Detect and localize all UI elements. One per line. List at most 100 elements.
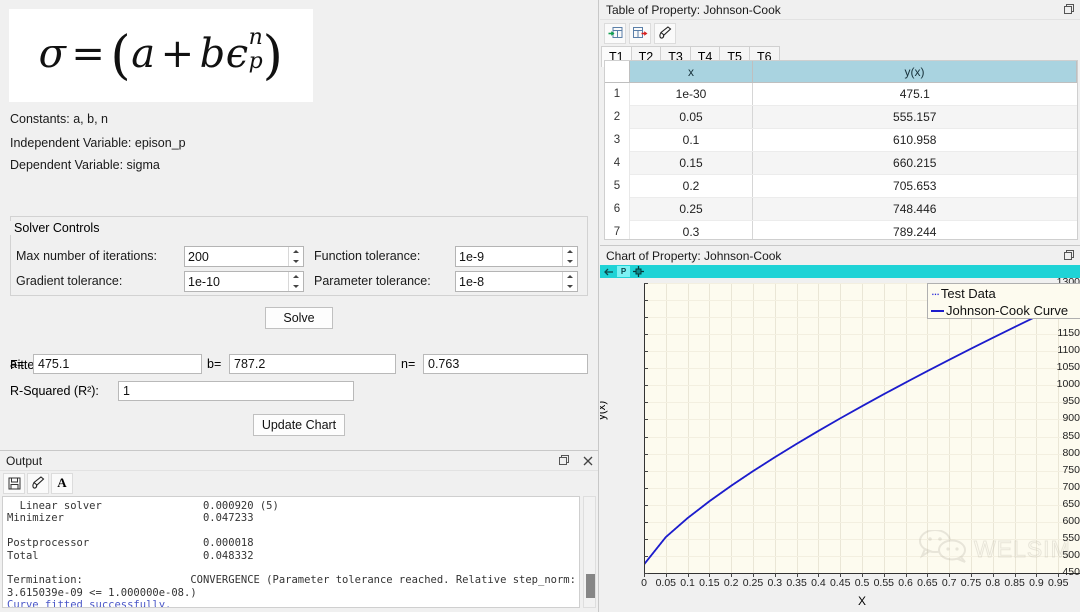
export-table-icon[interactable] — [629, 22, 651, 44]
x-tick-mark — [687, 573, 689, 577]
cell-x[interactable]: 0.3 — [629, 220, 753, 239]
spin-up-icon[interactable] — [289, 272, 303, 282]
function-tolerance-spin-buttons[interactable] — [562, 247, 577, 266]
table-panel: Table of Property: Johnson-Cook T1 T2 T3 T4… — [600, 0, 1080, 245]
constant-n-field[interactable] — [423, 354, 588, 374]
y-tick-mark — [644, 334, 648, 336]
data-grid-header: x y(x) — [605, 61, 1077, 83]
table-row[interactable]: 3 0.1 610.958 — [605, 128, 1077, 152]
formula-plus: + — [160, 30, 195, 77]
y-tick-mark — [644, 504, 648, 506]
y-tick-label: 750 — [1062, 463, 1080, 476]
table-row[interactable]: 6 0.25 748.446 — [605, 197, 1077, 221]
cell-x[interactable]: 1e-30 — [629, 82, 753, 106]
clear-icon[interactable] — [27, 472, 49, 494]
y-tick-mark — [644, 300, 648, 302]
save-icon[interactable] — [3, 472, 25, 494]
chart-plot-region[interactable]: WELSIM 450 500 550 600 650 700 750 800 850 900 950… — [600, 278, 1080, 612]
max-iterations-stepper[interactable] — [184, 246, 304, 267]
row-number: 4 — [605, 151, 630, 175]
table-row[interactable]: 1 1e-30 475.1 — [605, 82, 1077, 106]
back-arrow-icon[interactable] — [602, 266, 615, 277]
float-icon[interactable] — [1063, 3, 1076, 16]
output-log[interactable]: Linear solver 0.000920 (5) Minimizer 0.0… — [2, 496, 580, 608]
spin-up-icon[interactable] — [563, 247, 577, 257]
parameter-tolerance-spin-buttons[interactable] — [562, 272, 577, 291]
cell-y[interactable]: 748.446 — [752, 197, 1077, 221]
cell-y[interactable]: 610.958 — [752, 128, 1077, 152]
chart-legend: ∙∙∙ Test Data Johnson-Cook Curve — [927, 283, 1080, 319]
max-iterations-spin-buttons[interactable] — [288, 247, 303, 266]
constant-b-field[interactable] — [229, 354, 396, 374]
x-axis-label: X — [858, 594, 867, 608]
column-header-x[interactable]: x — [629, 61, 753, 83]
cell-y[interactable]: 475.1 — [752, 82, 1077, 106]
output-scrollbar[interactable] — [583, 496, 596, 608]
max-iterations-input[interactable] — [185, 247, 288, 266]
parameter-tolerance-input[interactable] — [456, 272, 562, 291]
cell-y[interactable]: 660.215 — [752, 151, 1077, 175]
parameter-tolerance-stepper[interactable] — [455, 271, 578, 292]
font-icon[interactable]: A — [51, 472, 73, 494]
table-row[interactable]: 2 0.05 555.157 — [605, 105, 1077, 129]
spin-down-icon[interactable] — [563, 257, 577, 267]
x-tick-mark — [644, 573, 645, 577]
chart-toolbar: P — [600, 265, 1080, 278]
y-tick-label: 650 — [1062, 497, 1080, 510]
cell-y[interactable]: 705.653 — [752, 174, 1077, 198]
table-row[interactable]: 4 0.15 660.215 — [605, 151, 1077, 175]
cell-x[interactable]: 0.1 — [629, 128, 753, 152]
r-squared-field[interactable] — [118, 381, 354, 401]
x-tick-mark — [949, 573, 951, 577]
row-number: 7 — [605, 220, 630, 239]
legend-label: Johnson-Cook Curve — [946, 303, 1069, 318]
header-row: x y(x) — [605, 61, 1077, 83]
series-johnson-cook-curve — [644, 294, 1080, 566]
gradient-tolerance-spin-buttons[interactable] — [288, 272, 303, 291]
zoom-tool-icon[interactable] — [632, 266, 645, 277]
cell-x[interactable]: 0.05 — [629, 105, 753, 129]
spin-down-icon[interactable] — [289, 282, 303, 292]
cell-x[interactable]: 0.15 — [629, 151, 753, 175]
x-tick-label: 0.1 — [680, 577, 695, 589]
spin-down-icon[interactable] — [289, 257, 303, 267]
chart-panel: Chart of Property: Johnson-Cook P WELSIM… — [600, 245, 1080, 612]
chart-panel-titlebar: Chart of Property: Johnson-Cook — [600, 246, 1080, 266]
solve-button[interactable]: Solve — [265, 307, 333, 329]
float-icon[interactable] — [558, 454, 571, 467]
curve-fit-panel: σ =(a + bϵ n p) Constants: a, b, n Independen… — [0, 0, 599, 450]
max-iterations-label: Max number of iterations: — [16, 249, 158, 263]
close-icon[interactable] — [581, 454, 594, 467]
gradient-tolerance-stepper[interactable] — [184, 271, 304, 292]
spin-up-icon[interactable] — [289, 247, 303, 257]
spin-down-icon[interactable] — [563, 282, 577, 292]
x-tick-mark — [905, 573, 907, 577]
table-row[interactable]: 7 0.3 789.244 — [605, 220, 1077, 239]
data-grid-container[interactable]: x y(x) 1 1e-30 475.1 2 0.05 555.157 3 0.1 610.95… — [604, 60, 1078, 240]
spin-up-icon[interactable] — [563, 272, 577, 282]
cell-x[interactable]: 0.25 — [629, 197, 753, 221]
table-panel-title: Table of Property: Johnson-Cook — [606, 2, 781, 17]
y-tick-mark — [644, 283, 648, 284]
cell-y[interactable]: 789.244 — [752, 220, 1077, 239]
update-chart-button[interactable]: Update Chart — [253, 414, 345, 436]
import-table-icon[interactable] — [604, 22, 626, 44]
y-axis-label: y(x) — [600, 400, 608, 420]
cell-x[interactable]: 0.2 — [629, 174, 753, 198]
chart-panel-title: Chart of Property: Johnson-Cook — [606, 248, 782, 263]
clear-table-icon[interactable] — [654, 22, 676, 44]
function-tolerance-input[interactable] — [456, 247, 562, 266]
function-tolerance-stepper[interactable] — [455, 246, 578, 267]
column-header-y[interactable]: y(x) — [752, 61, 1077, 83]
constant-a-field[interactable] — [33, 354, 202, 374]
data-curves — [644, 294, 1080, 566]
pan-tool-icon[interactable]: P — [617, 266, 630, 277]
float-icon[interactable] — [1063, 249, 1076, 262]
formula-display: σ =(a + bϵ n p) — [9, 9, 313, 102]
gradient-tolerance-input[interactable] — [185, 272, 288, 291]
table-row[interactable]: 5 0.2 705.653 — [605, 174, 1077, 198]
output-scrollbar-thumb[interactable] — [586, 574, 595, 598]
cell-y[interactable]: 555.157 — [752, 105, 1077, 129]
legend-line-marker-icon — [931, 309, 944, 312]
x-tick-label: 0.8 — [985, 577, 1001, 589]
